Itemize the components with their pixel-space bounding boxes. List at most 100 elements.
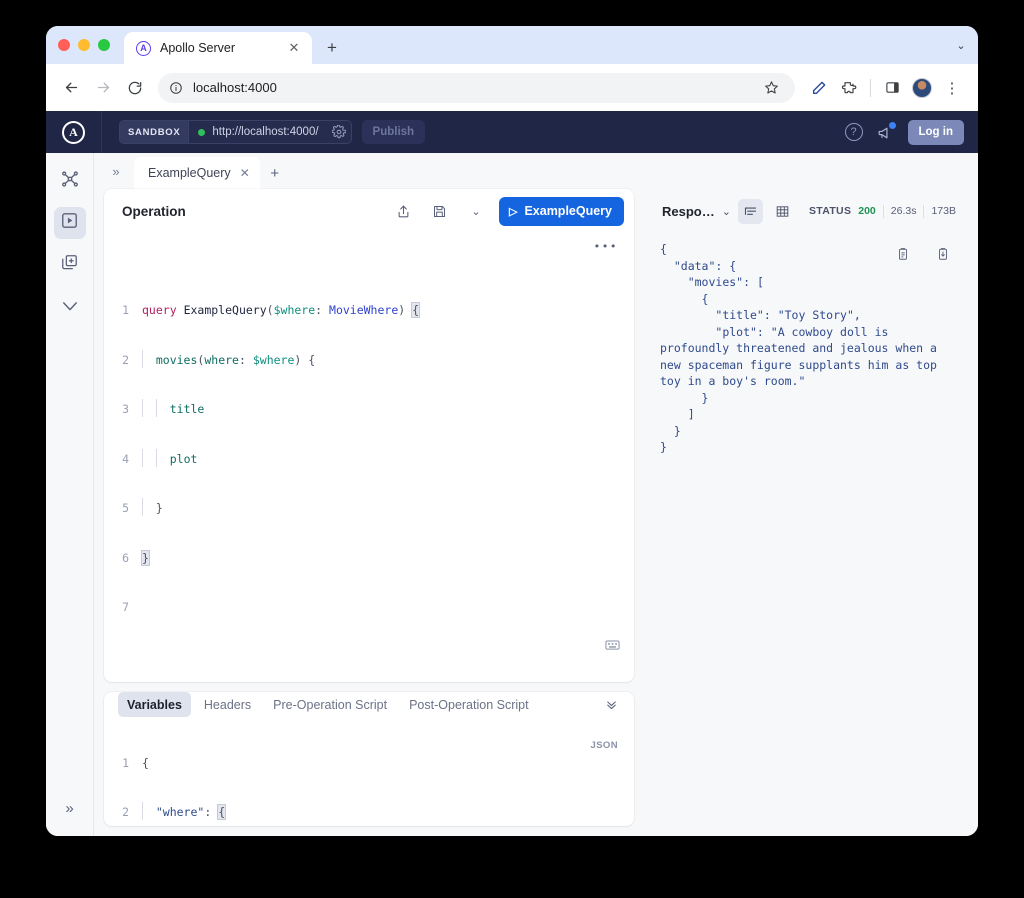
bookmark-star-icon[interactable] — [757, 74, 785, 102]
code-text: { — [142, 755, 149, 770]
maximize-window-button[interactable] — [98, 39, 110, 51]
tab-headers[interactable]: Headers — [195, 692, 260, 717]
address-bar[interactable]: localhost:4000 — [158, 72, 795, 103]
chevron-down-icon[interactable]: ⌄ — [722, 205, 731, 218]
apollo-favicon: A — [136, 40, 151, 56]
sidebar-item-checks[interactable] — [54, 291, 86, 323]
variables-tabbar: Variables Headers Pre-Operation Script P… — [104, 692, 634, 718]
line-number: 6 — [122, 550, 129, 565]
avatar — [912, 77, 932, 98]
close-icon[interactable]: ✕ — [240, 166, 250, 180]
run-button-label: ExampleQuery — [524, 204, 612, 218]
extensions-puzzle-icon[interactable] — [835, 74, 863, 102]
browser-toolbar: localhost:4000 ⋮ — [46, 64, 978, 111]
help-icon[interactable]: ? — [844, 123, 863, 141]
share-icon[interactable] — [391, 198, 417, 224]
operation-tab[interactable]: ExampleQuery ✕ — [134, 157, 260, 189]
json-view-icon[interactable] — [737, 198, 763, 224]
new-tab-button[interactable]: + — [318, 34, 346, 62]
save-options-chevron-icon[interactable]: ⌄ — [463, 198, 489, 224]
browser-tab[interactable]: A Apollo Server ✕ — [124, 32, 312, 64]
code-text: plot — [138, 448, 634, 468]
copy-icon[interactable] — [890, 241, 916, 267]
forward-icon[interactable] — [88, 73, 118, 103]
chrome-menu-icon[interactable]: ⋮ — [938, 74, 966, 102]
side-panel-icon[interactable] — [878, 74, 906, 102]
gear-icon[interactable] — [327, 121, 351, 143]
back-icon[interactable] — [56, 73, 86, 103]
tab-post-operation-script[interactable]: Post-Operation Script — [400, 692, 538, 717]
line-number: 2 — [122, 805, 129, 819]
response-actions — [890, 241, 956, 267]
response-header: Respo… ⌄ STATUS 200 26.3s 173B — [648, 189, 968, 233]
reload-icon[interactable] — [120, 73, 150, 103]
meta-divider — [882, 204, 884, 218]
browser-window: A Apollo Server ✕ + ⌄ localhost:4000 ⋮ A… — [46, 26, 978, 836]
chevron-double-right-icon[interactable]: » — [98, 153, 134, 189]
apollo-bar-actions: ? Log in — [844, 119, 979, 145]
editor-more-menu[interactable]: ••• — [594, 239, 618, 256]
endpoint-selector[interactable]: SANDBOX http://localhost:4000/ — [119, 120, 352, 144]
publish-button[interactable]: Publish — [361, 120, 426, 144]
collapse-panel-icon[interactable] — [598, 692, 624, 718]
collections-icon — [60, 253, 79, 277]
code-line: 3 title — [104, 399, 634, 418]
url-text: localhost:4000 — [193, 80, 277, 95]
code-line: 1 query ExampleQuery($where: MovieWhere)… — [104, 302, 634, 319]
apollo-logo[interactable]: A — [46, 111, 102, 153]
response-title: Respo… — [662, 203, 715, 219]
close-icon[interactable]: ✕ — [286, 40, 302, 56]
endpoint-url[interactable]: http://localhost:4000/ — [189, 126, 326, 138]
window-traffic-lights — [58, 26, 124, 64]
save-icon[interactable] — [427, 198, 453, 224]
status-badge: 200 — [858, 205, 876, 217]
play-icon: ▷ — [508, 205, 518, 218]
sidebar-item-explorer[interactable] — [53, 207, 86, 239]
announcements-megaphone-icon[interactable] — [877, 121, 896, 141]
response-json: { "data": { "movies": [ { "title": "Toy … — [660, 242, 937, 454]
left-column: Operation ⌄ ▷ ExampleQuery ••• 1 query E… — [104, 189, 634, 826]
chevron-down-icon[interactable]: ⌄ — [944, 26, 978, 64]
login-button[interactable]: Log in — [907, 119, 964, 145]
notification-badge — [888, 121, 896, 129]
operation-pane: Operation ⌄ ▷ ExampleQuery ••• 1 query E… — [104, 189, 634, 682]
tab-variables[interactable]: Variables — [118, 692, 191, 717]
close-window-button[interactable] — [58, 39, 70, 51]
toolbar-divider — [870, 78, 871, 97]
sandbox-badge: SANDBOX — [120, 121, 190, 143]
line-number: 2 — [122, 352, 129, 367]
code-line: 1 { — [104, 755, 634, 772]
run-operation-button[interactable]: ▷ ExampleQuery — [498, 196, 624, 226]
response-size: 173B — [931, 205, 956, 217]
code-text: movies(where: $where) { — [138, 349, 634, 369]
apollo-logo-letter: A — [62, 120, 85, 144]
expand-sidebar-button[interactable]: » — [54, 792, 86, 824]
table-view-icon[interactable] — [770, 199, 795, 224]
edit-pen-icon[interactable] — [805, 74, 833, 102]
line-number: 5 — [122, 501, 129, 515]
chevron-double-right-icon: » — [65, 799, 74, 817]
operation-editor[interactable]: ••• 1 query ExampleQuery($where: MovieWh… — [104, 233, 634, 682]
code-line: 2 movies(where: $where) { — [104, 349, 634, 369]
sidebar-item-schema[interactable] — [54, 165, 86, 197]
left-rail: » — [46, 153, 94, 836]
line-number: 4 — [122, 451, 129, 466]
code-line: 4 plot — [104, 448, 634, 468]
sidebar-item-collections[interactable] — [54, 249, 86, 281]
profile-avatar[interactable] — [908, 74, 936, 102]
status-label: STATUS — [809, 205, 852, 217]
variables-editor[interactable]: 1 { 2 "where": { 3 "title": "Toy Story" — [104, 718, 634, 837]
site-info-icon — [170, 81, 182, 94]
add-operation-tab-button[interactable]: + — [260, 157, 290, 189]
download-icon[interactable] — [930, 241, 956, 267]
keyboard-shortcuts-icon[interactable] — [494, 622, 620, 672]
line-number: 3 — [122, 402, 129, 416]
minimize-window-button[interactable] — [78, 39, 90, 51]
code-text: title — [138, 399, 634, 418]
line-number: 1 — [122, 303, 129, 317]
tab-pre-operation-script[interactable]: Pre-Operation Script — [264, 692, 396, 717]
page-title: Operation — [122, 203, 186, 219]
response-body[interactable]: { "data": { "movies": [ { "title": "Toy … — [648, 233, 968, 826]
browser-tab-title: Apollo Server — [160, 41, 236, 55]
operation-tabbar: » ExampleQuery ✕ + — [94, 153, 978, 189]
